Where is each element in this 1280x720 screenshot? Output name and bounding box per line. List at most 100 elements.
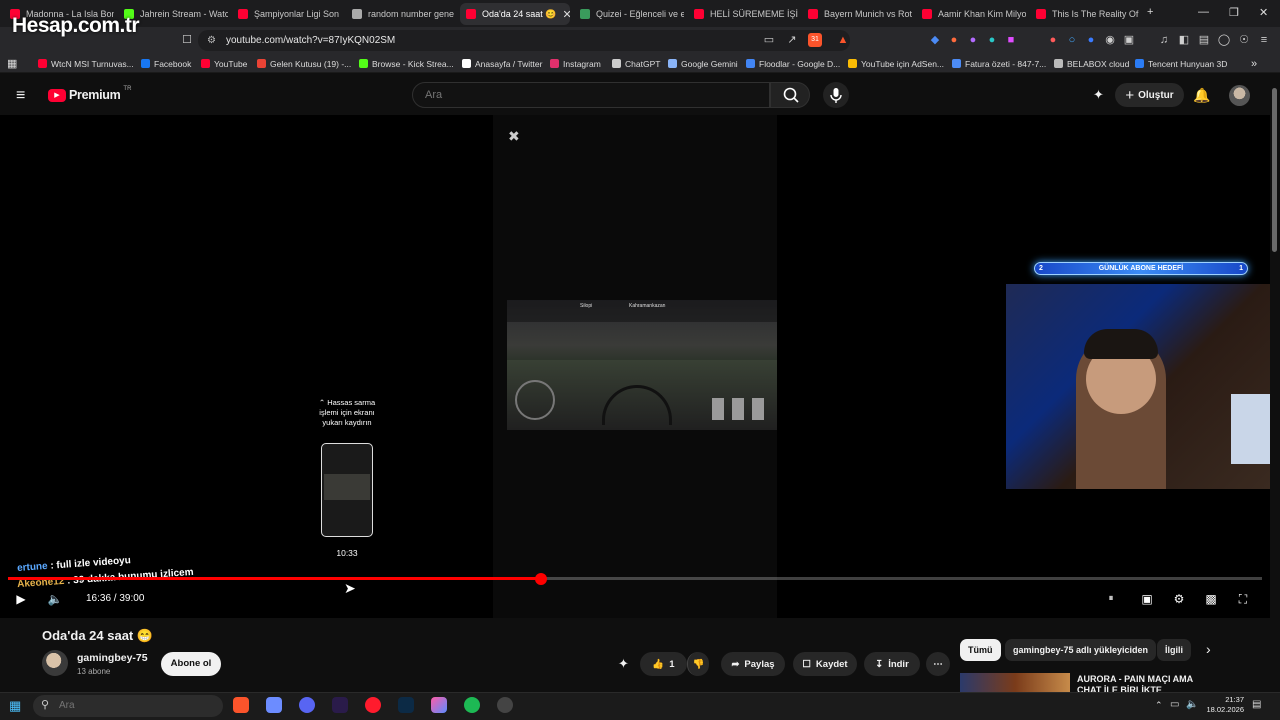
premiere-app-icon[interactable] — [332, 697, 348, 713]
bookmark-item[interactable]: Instagram — [550, 56, 601, 71]
bookmark-item[interactable]: BELABOX cloud — [1054, 56, 1129, 71]
discord-app-icon[interactable] — [299, 697, 315, 713]
create-button[interactable]: + Oluştur — [1115, 83, 1184, 107]
bookmark-item[interactable]: Gelen Kutusu (19) -... — [257, 56, 351, 71]
like-button[interactable]: 👍 1 — [640, 652, 687, 676]
channel-name[interactable]: gamingbey-75 — [77, 652, 148, 664]
sidebar-icon[interactable]: ◧ — [1177, 33, 1191, 47]
bookmark-item[interactable]: YouTube için AdSen... — [848, 56, 944, 71]
youtube-logo[interactable]: ▶ Premium TR — [48, 86, 131, 102]
spotify-app-icon[interactable] — [464, 697, 480, 713]
cast-icon[interactable]: ▭ — [762, 33, 776, 47]
bookmark-item[interactable]: Tencent Hunyuan 3D — [1135, 56, 1227, 71]
save-button[interactable]: ☐ Kaydet — [793, 652, 857, 676]
more-actions-button[interactable]: ⋯ — [926, 652, 950, 676]
bookmark-item[interactable]: Fatura özeti - 847-7... — [952, 56, 1046, 71]
extension-icon[interactable]: ◆ — [928, 33, 942, 47]
wallet-icon[interactable]: ▤ — [1197, 33, 1211, 47]
vpn-icon[interactable]: ◯ — [1217, 33, 1231, 47]
volume-icon[interactable]: 🔈 — [47, 591, 63, 607]
autoplay-toggle-icon[interactable]: ⏸ — [1103, 591, 1119, 607]
new-tab-button[interactable]: + — [1147, 6, 1153, 18]
taskbar-search[interactable] — [33, 695, 223, 717]
search-input[interactable] — [412, 82, 770, 108]
bookmark-item[interactable]: ChatGPT — [612, 56, 660, 71]
tray-chevron-icon[interactable]: ⌃ — [1155, 700, 1163, 711]
extension-icon[interactable]: ◉ — [1103, 33, 1117, 47]
system-clock[interactable]: 21:37 18.02.2026 — [1200, 695, 1244, 715]
voice-search-button[interactable] — [823, 82, 849, 108]
browser-tab[interactable]: Bayern Munich vs Rott — [802, 3, 912, 25]
share-icon[interactable]: ↗ — [785, 33, 799, 47]
music-icon[interactable]: ♫ — [1157, 33, 1171, 47]
page-scrollbar[interactable] — [1272, 88, 1277, 252]
obs-app-icon[interactable] — [497, 697, 513, 713]
chip-from-uploader[interactable]: gamingbey-75 adlı yükleyiciden — [1005, 639, 1157, 661]
browser-tab[interactable]: HELİ SÜREMEME İŞİ | S — [688, 3, 798, 25]
extension-icon[interactable]: ■ — [1004, 33, 1018, 47]
brave-app-icon[interactable] — [233, 697, 249, 713]
extension-icon[interactable]: ○ — [1065, 33, 1079, 47]
extension-icon[interactable]: ● — [1084, 33, 1098, 47]
extensions-puzzle-icon[interactable]: ▣ — [1122, 33, 1136, 47]
extension-icon[interactable]: ● — [1046, 33, 1060, 47]
app-icon[interactable] — [431, 697, 447, 713]
play-icon[interactable]: ▶ — [13, 591, 29, 607]
hamburger-menu-icon[interactable]: ≡ — [16, 87, 25, 105]
dislike-button[interactable]: 👎 — [687, 652, 709, 676]
network-icon[interactable]: ▭ — [1170, 699, 1179, 710]
browser-tab[interactable]: Oda'da 24 saat 😊 ✕ — [460, 3, 570, 25]
channel-avatar[interactable] — [42, 650, 68, 676]
bookmark-page-icon[interactable]: ☐ — [180, 33, 194, 47]
subtitles-icon[interactable]: ▣ — [1139, 591, 1155, 607]
settings-gear-icon[interactable]: ⚙ — [1171, 591, 1187, 607]
browser-tab[interactable]: Şampiyonlar Ligi Son — [232, 3, 342, 25]
browser-tab[interactable]: Quizei - Eğlenceli ve e — [574, 3, 684, 25]
subscribe-button[interactable]: Abone ol — [161, 652, 221, 676]
photoshop-app-icon[interactable] — [398, 697, 414, 713]
account-avatar[interactable] — [1229, 85, 1250, 106]
bookmark-item[interactable]: Floodlar - Google D... — [746, 56, 840, 71]
search-button[interactable] — [770, 82, 810, 108]
browser-tab[interactable]: Aamir Khan Kim Milyo — [916, 3, 1026, 25]
site-info-icon[interactable]: ⚙ — [207, 30, 216, 51]
miniplayer-icon[interactable]: ▩ — [1203, 591, 1219, 607]
windows-start-icon[interactable]: ▦ — [9, 698, 21, 714]
url-field[interactable]: ⚙ youtube.com/watch?v=87IyKQN02SM — [198, 30, 850, 51]
share-button[interactable]: ➦ Paylaş — [721, 652, 785, 676]
download-button[interactable]: ↧ İndir — [864, 652, 920, 676]
bookmark-item[interactable]: Browse - Kick Strea... — [359, 56, 454, 71]
notification-center-icon[interactable]: ▤ — [1252, 699, 1261, 710]
shield-icon[interactable]: ☉ — [1237, 33, 1251, 47]
extension-icon[interactable]: ● — [966, 33, 980, 47]
sparkle-icon[interactable]: ✦ — [618, 656, 629, 672]
bookmark-item[interactable]: WtcN MSI Turnuvas... — [38, 56, 134, 71]
extension-icon[interactable]: ● — [947, 33, 961, 47]
bookmark-item[interactable]: YouTube — [201, 56, 247, 71]
more-bookmarks-icon[interactable]: » — [1251, 56, 1257, 71]
notifications-bell-icon[interactable]: 🔔 — [1193, 87, 1210, 104]
brave-shield-icon[interactable]: 31 — [808, 33, 822, 47]
volume-tray-icon[interactable]: 🔈 — [1186, 699, 1198, 710]
close-window-icon[interactable]: ✕ — [1259, 6, 1268, 19]
progress-scrubber[interactable] — [534, 573, 547, 585]
app-icon[interactable] — [266, 697, 282, 713]
sparkle-icon[interactable]: ✦ — [1093, 87, 1104, 103]
browser-tab[interactable]: This Is The Reality Of M — [1030, 3, 1140, 25]
restore-icon[interactable]: ❐ — [1229, 6, 1239, 19]
bookmark-item[interactable]: Facebook — [141, 56, 191, 71]
menu-icon[interactable]: ≡ — [1257, 33, 1271, 47]
bookmark-item[interactable]: Anasayfa / Twitter — [462, 56, 542, 71]
apps-grid-icon[interactable]: ▦ — [7, 56, 17, 71]
chevron-right-icon[interactable]: › — [1206, 641, 1211, 657]
chip-related[interactable]: İlgili — [1157, 639, 1191, 661]
chip-all[interactable]: Tümü — [960, 639, 1001, 661]
extension-icon[interactable]: ● — [985, 33, 999, 47]
opera-app-icon[interactable] — [365, 697, 381, 713]
tab-close-icon[interactable]: ✕ — [562, 8, 570, 21]
fullscreen-icon[interactable]: ⛶ — [1235, 591, 1251, 607]
brave-rewards-icon[interactable]: ▲ — [836, 33, 850, 47]
bookmark-item[interactable]: Google Gemini — [668, 56, 738, 71]
browser-tab[interactable]: random number gene — [346, 3, 456, 25]
minimize-icon[interactable]: — — [1198, 6, 1209, 18]
